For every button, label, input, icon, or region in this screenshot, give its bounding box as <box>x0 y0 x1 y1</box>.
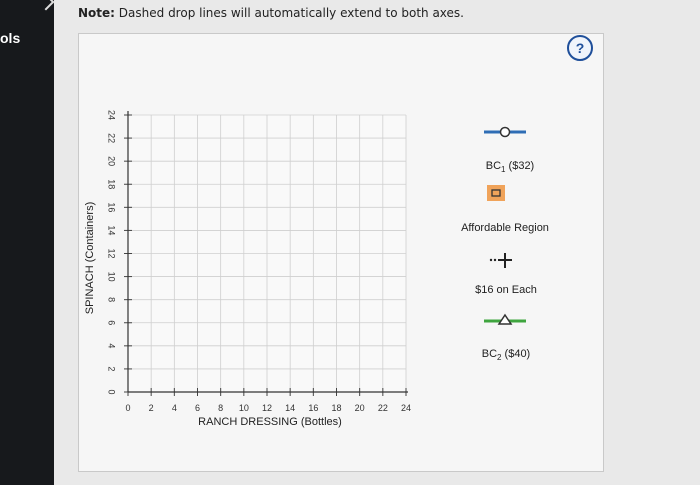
bc1-label-text: BC <box>485 160 502 172</box>
x-tick-label: 12 <box>262 403 272 413</box>
x-tick-label: 22 <box>378 403 388 413</box>
y-tick-label: 14 <box>107 225 117 235</box>
y-tick-label: 22 <box>107 133 117 143</box>
x-tick-label: 24 <box>401 403 411 413</box>
x-tick-label: 20 <box>355 403 365 413</box>
x-tick-label: 10 <box>239 403 249 413</box>
y-tick-label: 8 <box>107 297 117 302</box>
each-label: $16 on Each <box>475 284 537 296</box>
x-tick-label: 16 <box>308 403 318 413</box>
x-tick-label: 6 <box>195 403 200 413</box>
y-tick-label: 18 <box>107 179 117 189</box>
grid <box>124 111 408 396</box>
x-tick-label: 8 <box>218 403 223 413</box>
x-tick-label: 14 <box>285 403 295 413</box>
x-tick-labels: 0 2 4 6 8 10 12 14 16 18 20 22 24 <box>125 403 411 413</box>
y-tick-label: 12 <box>107 248 117 258</box>
plus-tool[interactable] <box>489 253 512 268</box>
affordable-region-tool[interactable] <box>487 185 505 201</box>
y-axis-label: SPINACH (Containers) <box>84 201 96 315</box>
y-tick-label: 24 <box>107 110 117 120</box>
bc2-label-text: BC <box>481 348 498 360</box>
x-tick-label: 18 <box>331 403 341 413</box>
bc1-tool[interactable] <box>484 126 526 138</box>
bc2-tool[interactable] <box>484 313 526 325</box>
x-axis-label: RANCH DRESSING (Bottles) <box>198 416 342 428</box>
y-tick-label: 20 <box>107 156 117 166</box>
y-tick-label: 16 <box>107 202 117 212</box>
x-tick-label: 0 <box>125 403 130 413</box>
x-tick-label: 4 <box>172 403 177 413</box>
bc1-label: BC1 ($32) <box>450 160 570 174</box>
y-tick-label: 0 <box>107 389 117 394</box>
y-tick-label: 4 <box>107 343 117 348</box>
bc2-label: BC2 ($40) <box>446 348 566 362</box>
bc2-label-value: ($40) <box>501 348 531 360</box>
x-tick-label: 2 <box>149 403 154 413</box>
graph-canvas[interactable]: 024681012141618202224 0 2 4 6 8 10 12 14 16 18 20 2… <box>0 0 700 485</box>
y-tick-label: 6 <box>107 320 117 325</box>
y-tick-label: 10 <box>107 272 117 282</box>
y-tick-labels: 024681012141618202224 <box>107 110 117 395</box>
affordable-region-label: Affordable Region <box>461 222 549 234</box>
y-tick-label: 2 <box>107 366 117 371</box>
bc1-label-value: ($32) <box>505 160 535 172</box>
